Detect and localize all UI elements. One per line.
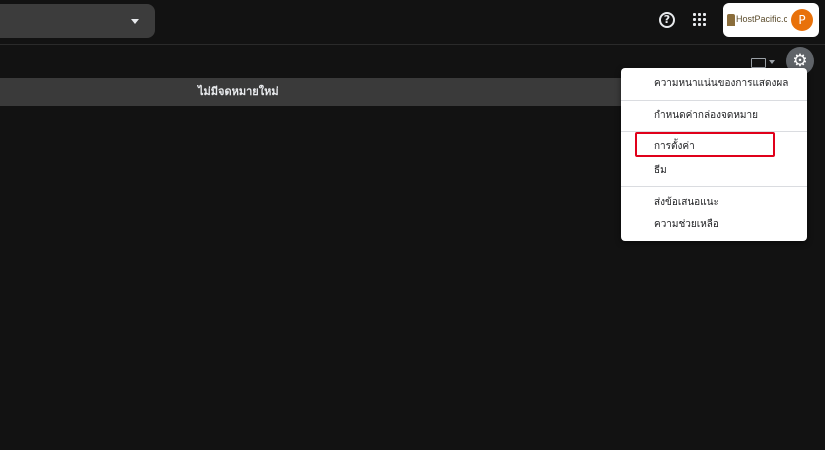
- menu-item-send-feedback[interactable]: ส่งข้อเสนอแนะ: [621, 191, 807, 215]
- avatar[interactable]: P: [791, 9, 813, 31]
- menu-item-display-density[interactable]: ความหนาแน่นของการแสดงผล: [621, 72, 807, 96]
- menu-divider: [621, 100, 807, 101]
- menu-divider: [621, 186, 807, 187]
- chevron-down-icon[interactable]: [131, 19, 139, 24]
- menu-item-themes[interactable]: ธีม: [621, 159, 807, 183]
- keyboard-icon[interactable]: [751, 58, 766, 68]
- mail-status-bar: ไม่มีจดหมายใหม่: [0, 78, 640, 106]
- logo-mark-icon: [727, 13, 735, 26]
- settings-highlight-box: [635, 132, 775, 157]
- top-bar: ? HostPacific.com P: [0, 0, 825, 45]
- menu-item-help[interactable]: ความช่วยเหลือ: [621, 213, 807, 237]
- logo-text: HostPacific.com: [736, 14, 787, 24]
- organization-logo: HostPacific.com: [727, 11, 787, 27]
- input-tools-caret-icon[interactable]: [769, 60, 775, 64]
- help-icon[interactable]: ?: [659, 12, 675, 28]
- apps-grid-icon[interactable]: [693, 13, 707, 27]
- no-new-mail-message: ไม่มีจดหมายใหม่: [198, 85, 279, 98]
- search-bar[interactable]: [0, 4, 155, 38]
- menu-item-configure-inbox[interactable]: กำหนดค่ากล่องจดหมาย: [621, 104, 807, 128]
- account-switcher[interactable]: HostPacific.com P: [723, 3, 819, 37]
